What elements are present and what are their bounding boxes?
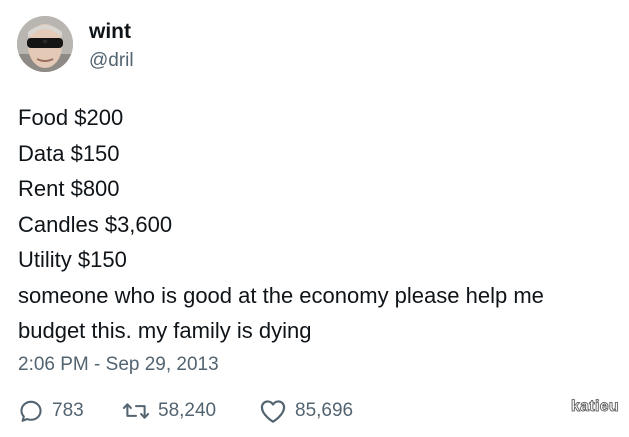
retweet-count: 58,240 bbox=[158, 400, 217, 421]
tweet-actions: 783 58,240 85,696 bbox=[18, 396, 353, 426]
watermark: katieu bbox=[570, 398, 620, 416]
avatar[interactable] bbox=[17, 16, 73, 72]
reply-button[interactable]: 783 bbox=[18, 398, 122, 424]
tweet-line: Utility $150 bbox=[18, 247, 127, 272]
tweet-line: Food $200 bbox=[18, 105, 124, 130]
tweet-line: Candles $3,600 bbox=[18, 211, 173, 237]
heart-icon bbox=[260, 400, 286, 423]
tweet-line: someone who is good at the economy pleas… bbox=[18, 282, 544, 308]
tweet-text: Food $200 Data $150 Rent $800 Candles $3… bbox=[18, 100, 618, 349]
tweet-line: Data $150 bbox=[18, 140, 120, 166]
like-count: 85,696 bbox=[295, 400, 354, 421]
tweet-line: Rent $800 bbox=[18, 176, 120, 201]
retweet-button[interactable]: 58,240 bbox=[122, 398, 259, 424]
reply-count: 783 bbox=[52, 400, 84, 421]
avatar-image bbox=[17, 16, 73, 72]
retweet-icon bbox=[122, 403, 150, 419]
tweet-line: budget this. my family is dying bbox=[18, 318, 312, 343]
reply-icon bbox=[20, 400, 42, 422]
like-button[interactable]: 85,696 bbox=[259, 398, 353, 424]
author-display-name[interactable]: wint bbox=[89, 20, 131, 44]
tweet-timestamp[interactable]: 2:06 PM - Sep 29, 2013 bbox=[18, 353, 219, 377]
author-handle[interactable]: @dril bbox=[89, 50, 134, 72]
